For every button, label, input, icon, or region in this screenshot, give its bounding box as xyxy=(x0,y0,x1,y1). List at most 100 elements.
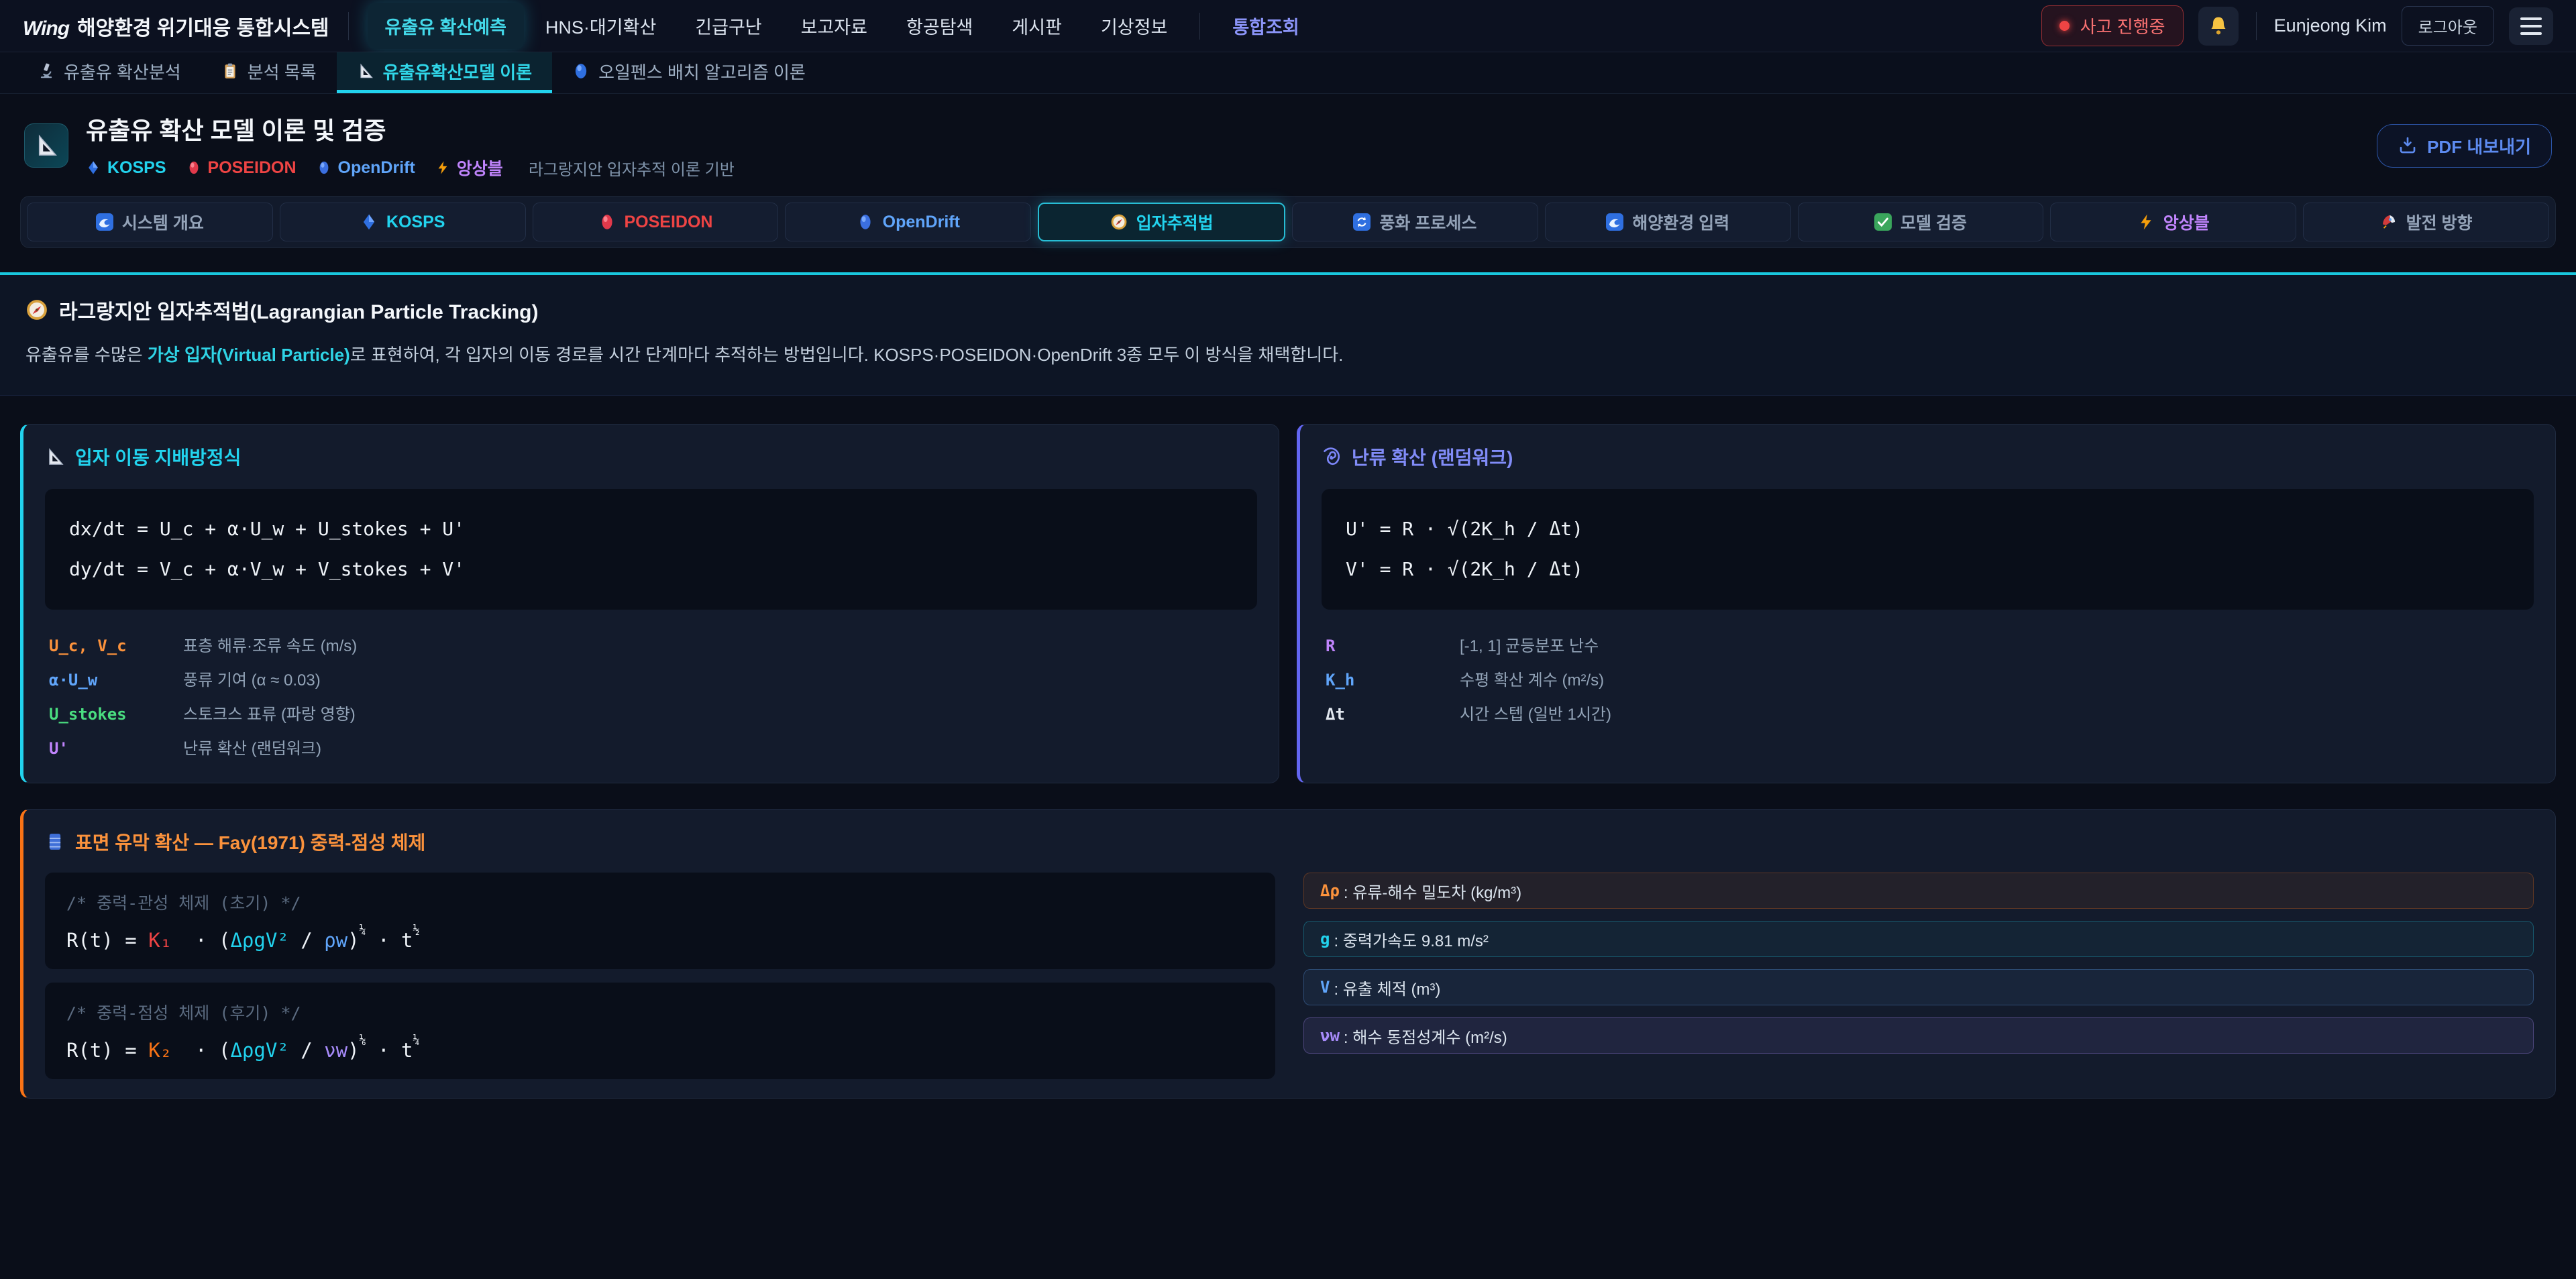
param-desc: : 유출 체적 (m³) xyxy=(1334,976,1440,999)
notifications-button[interactable] xyxy=(2198,7,2239,46)
section-nav-item[interactable]: POSEIDON xyxy=(533,203,779,241)
section-nav-label: 앙상블 xyxy=(2163,210,2210,234)
legend-row: U_c, V_c표층 해류·조류 속도 (m/s) xyxy=(45,627,1257,661)
topnav-item[interactable]: 유출유 확산예측 xyxy=(368,3,524,49)
formula-segment: ¼ xyxy=(360,923,366,936)
barrel-icon xyxy=(45,832,65,852)
topnav-item[interactable]: 긴급구난 xyxy=(678,3,779,49)
tab-item[interactable]: 분석 목록 xyxy=(201,52,337,93)
blue-orb-icon xyxy=(317,160,331,175)
code-block: U' = R · √(2K_h / Δt) V' = R · √(2K_h / … xyxy=(1322,489,2534,610)
param-pill: g : 중력가속도 9.81 m/s² xyxy=(1303,921,2534,957)
param-pill: Δρ : 유류-해수 밀도차 (kg/m³) xyxy=(1303,873,2534,909)
section-nav-item[interactable]: 해양환경 입력 xyxy=(1545,203,1791,241)
legend-desc: 스토크스 표류 (파랑 영향) xyxy=(183,701,356,724)
topnav-item[interactable]: 항공탐색 xyxy=(889,3,990,49)
code-block: /* 중력-관성 체제 (초기) */R(t) = K₁ · (ΔρgV² / … xyxy=(45,873,1275,969)
section-nav-item[interactable]: 모델 검증 xyxy=(1798,203,2044,241)
logout-button[interactable]: 로그아웃 xyxy=(2402,6,2494,46)
set-square-icon xyxy=(34,133,59,158)
page-title-icon-box xyxy=(24,123,68,168)
param-symbol: Δρ xyxy=(1320,881,1340,900)
fay-formula-column: /* 중력-관성 체제 (초기) */R(t) = K₁ · (ΔρgV² / … xyxy=(45,873,1275,1079)
page-subtitle: 라그랑지안 입자추적 이론 기반 xyxy=(529,156,735,180)
section-nav-item[interactable]: 앙상블 xyxy=(2050,203,2296,241)
legend-row: U_stokes스토크스 표류 (파랑 영향) xyxy=(45,696,1257,730)
model-badge: OpenDrift xyxy=(317,158,415,178)
legend-symbol: Δt xyxy=(1326,705,1460,724)
menu-button[interactable] xyxy=(2509,7,2553,45)
legend-row: α·U_w풍류 기여 (α ≈ 0.03) xyxy=(45,661,1257,696)
formula-segment: ⅙ xyxy=(360,1033,366,1046)
section-nav-item[interactable]: OpenDrift xyxy=(785,203,1031,241)
legend-desc: 표층 해류·조류 속도 (m/s) xyxy=(183,632,357,656)
primary-nav: 유출유 확산예측HNS·대기확산긴급구난보고자료항공탐색게시판기상정보 통합조회 xyxy=(368,3,1317,49)
section-nav-label: 발전 방향 xyxy=(2406,210,2473,234)
incident-status-badge[interactable]: 사고 진행중 xyxy=(2041,5,2184,46)
legend-desc: 풍류 기여 (α ≈ 0.03) xyxy=(183,667,321,690)
tab-label: 오일펜스 배치 알고리즘 이론 xyxy=(598,59,806,84)
divider xyxy=(1199,13,1200,40)
param-symbol: g xyxy=(1320,930,1330,948)
section-nav-item[interactable]: KOSPS xyxy=(280,203,526,241)
section-nav-item[interactable]: 입자추적법 xyxy=(1038,203,1285,241)
code-block: /* 중력-점성 체제 (후기) */R(t) = K₂ · (ΔρgV² / … xyxy=(45,983,1275,1079)
tab-label: 유출유 확산분석 xyxy=(64,59,181,84)
section-nav-label: 시스템 개요 xyxy=(122,210,204,234)
model-badge: POSEIDON xyxy=(186,158,297,178)
check-icon xyxy=(1874,213,1892,231)
param-symbol: νw xyxy=(1320,1026,1340,1045)
formula-segment: / xyxy=(289,929,324,952)
card-title-text: 표면 유막 확산 — Fay(1971) 중력-점성 체제 xyxy=(75,828,425,855)
section-nav-item[interactable]: 풍화 프로세스 xyxy=(1292,203,1538,241)
symbol-legend: U_c, V_c표층 해류·조류 속도 (m/s)α·U_w풍류 기여 (α ≈… xyxy=(45,627,1257,764)
section-nav-label: 해양환경 입력 xyxy=(1632,210,1729,234)
param-desc: : 유류-해수 밀도차 (kg/m³) xyxy=(1344,879,1521,903)
turbulence-card: 난류 확산 (랜덤워크)U' = R · √(2K_h / Δt) V' = R… xyxy=(1297,424,2556,783)
lagrangian-intro-section: 라그랑지안 입자추적법(Lagrangian Particle Tracking… xyxy=(0,272,2576,396)
fay-spreading-card: 표면 유막 확산 — Fay(1971) 중력-점성 체제 /* 중력-관성 체제… xyxy=(20,809,2556,1099)
red-orb-icon xyxy=(598,213,616,231)
legend-desc: 시간 스텝 (일반 1시간) xyxy=(1460,701,1611,724)
set-square-icon xyxy=(357,62,374,80)
tab-item[interactable]: 유출유 확산분석 xyxy=(17,52,201,93)
code-comment: /* 중력-관성 체제 (초기) */ xyxy=(66,890,1254,914)
intro-text: 로 표현하여, 각 입자의 이동 경로를 시간 단계마다 추적하는 방법입니다.… xyxy=(350,345,1344,365)
param-desc: : 중력가속도 9.81 m/s² xyxy=(1334,928,1488,951)
param-pill: V : 유출 체적 (m³) xyxy=(1303,969,2534,1005)
section-nav-item[interactable]: 발전 방향 xyxy=(2303,203,2549,241)
fay-param-column: Δρ : 유류-해수 밀도차 (kg/m³) g : 중력가속도 9.81 m/s… xyxy=(1303,873,2534,1054)
formula-segment: ΔρgV² xyxy=(230,929,288,952)
param-symbol: V xyxy=(1320,978,1330,997)
model-badge-label: OpenDrift xyxy=(338,158,415,178)
legend-symbol: U_stokes xyxy=(49,705,183,724)
legend-desc: 난류 확산 (랜덤워크) xyxy=(183,735,321,759)
formula-segment: K₂ xyxy=(148,1039,172,1062)
section-nav-item[interactable]: 시스템 개요 xyxy=(27,203,273,241)
pdf-export-button[interactable]: PDF 내보내기 xyxy=(2377,124,2552,168)
formula-segment: R(t) = xyxy=(66,929,148,952)
lightning-icon xyxy=(2137,213,2155,231)
legend-desc: [-1, 1] 균등분포 난수 xyxy=(1460,632,1599,656)
model-badge-label: POSEIDON xyxy=(208,158,297,178)
param-desc: : 해수 동점성계수 (m²/s) xyxy=(1344,1024,1507,1048)
code-block: dx/dt = U_c + α·U_w + U_stokes + U' dy/d… xyxy=(45,489,1257,610)
topnav-item[interactable]: HNS·대기확산 xyxy=(528,3,674,49)
topnav-item[interactable]: 게시판 xyxy=(994,3,1079,49)
formula-segment: R(t) = xyxy=(66,1039,148,1062)
tab-item[interactable]: 오일펜스 배치 알고리즘 이론 xyxy=(552,52,826,93)
compass-icon xyxy=(25,298,48,321)
section-nav-label: POSEIDON xyxy=(625,213,713,232)
legend-row: Δt시간 스텝 (일반 1시간) xyxy=(1322,696,2534,730)
spiral-icon xyxy=(1322,447,1342,467)
topnav-item[interactable]: 통합조회 xyxy=(1215,3,1316,49)
formula-segment: · ( xyxy=(172,1039,230,1062)
intro-heading-text: 라그랑지안 입자추적법(Lagrangian Particle Tracking… xyxy=(59,295,538,325)
page-header: 유출유 확산 모델 이론 및 검증 KOSPSPOSEIDONOpenDrift… xyxy=(0,94,2576,190)
topnav-item[interactable]: 기상정보 xyxy=(1083,3,1185,49)
bell-icon xyxy=(2207,15,2230,38)
tab-label: 유출유확산모델 이론 xyxy=(383,59,533,84)
oil-fence-icon xyxy=(572,62,590,80)
topnav-item[interactable]: 보고자료 xyxy=(784,3,885,49)
tab-item[interactable]: 유출유확산모델 이론 xyxy=(337,52,553,93)
